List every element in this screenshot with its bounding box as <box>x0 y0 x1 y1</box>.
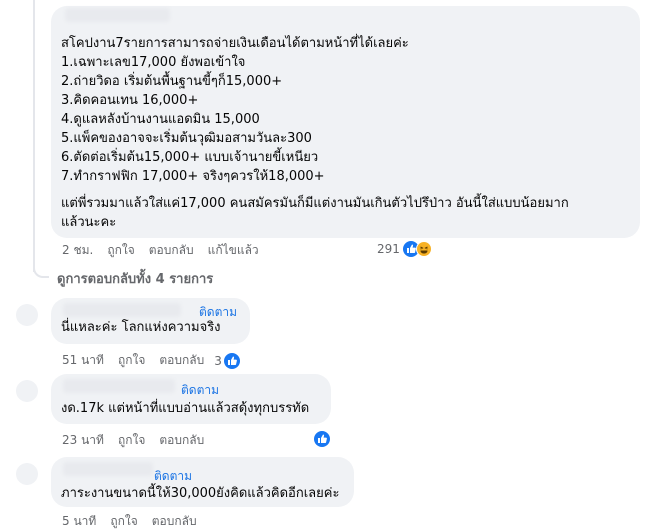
comment-line: แต่พี่รวมมาแล้วใส่แค่17,000 คนสมัครมันก็… <box>61 196 569 211</box>
thread-line <box>33 0 35 272</box>
reply-actions: 23 นาที ถูกใจ ตอบกลับ <box>62 431 218 450</box>
reaction-count: 3 <box>214 353 222 368</box>
comment-line: แล้วนะคะ <box>61 215 117 230</box>
like-icon[interactable] <box>314 431 330 447</box>
avatar[interactable] <box>16 304 38 326</box>
comment-line: สโคปงาน7รายการสามารถจ่ายเงินเดือนได้ตามห… <box>61 36 409 51</box>
reply-text: งด.17k แต่หน้าที่แบบอ่านแล้วสดุ้งทุกบรรท… <box>61 401 310 416</box>
reply-bubble: ติดตาม งด.17k แต่หน้าที่แบบอ่านแล้วสดุ้ง… <box>51 374 331 424</box>
comment-line: 4.ดูแลหลังบ้านงานแอดมิน 15,000 <box>61 112 260 127</box>
view-replies-link[interactable]: ดูการตอบกลับทั้ง 4 รายการ <box>57 268 213 289</box>
like-button[interactable]: ถูกใจ <box>110 512 137 531</box>
comment-line: 2.ถ่ายวิดอ เริ่มต้นพื้นฐานขี้ๆก็15,000+ <box>61 74 283 89</box>
like-button[interactable]: ถูกใจ <box>107 241 134 260</box>
reply-actions: 51 นาที ถูกใจ ตอบกลับ 3 <box>62 351 254 370</box>
reply-text: ภาระงานขนาดนี้ให้30,000ยังคิดแล้วคิดอีกเ… <box>61 486 340 501</box>
main-comment-actions: 2 ชม. ถูกใจ ตอบกลับ แก้ไขแล้ว <box>62 241 273 260</box>
reply-bubble: ติดตาม นี่แหละค่ะ โลกแห่งความจริง <box>51 298 250 344</box>
comment-line: 6.ตัดต่อเริ่มต้น15,000+ แบบเจ้านายขี้เหน… <box>61 150 319 165</box>
avatar[interactable] <box>16 463 38 485</box>
reply-bubble: ติดตาม ภาระงานขนาดนี้ให้30,000ยังคิดแล้ว… <box>51 457 354 507</box>
reply-button[interactable]: ตอบกลับ <box>152 512 197 531</box>
main-reactions[interactable]: 291 <box>377 241 432 257</box>
thread-curve <box>33 262 49 278</box>
like-icon[interactable] <box>223 352 240 369</box>
like-button[interactable]: ถูกใจ <box>118 431 145 450</box>
comment-line: 7.ทำกราฟฟิก 17,000+ จริงๆควรให้18,000+ <box>61 169 325 184</box>
comment-time[interactable]: 5 นาที <box>62 512 96 531</box>
edited-label: แก้ไขแล้ว <box>207 243 259 257</box>
commenter-name <box>65 8 170 22</box>
commenter-name <box>63 303 181 317</box>
follow-button[interactable]: ติดตาม <box>181 381 219 400</box>
comment-line: 5.แพ็คของอาจจะเริ่มต้นวุฒิมอสามวันละ300 <box>61 131 312 146</box>
reply-button[interactable]: ตอบกลับ <box>149 241 194 260</box>
haha-icon <box>415 241 432 257</box>
comment-time[interactable]: 51 นาที <box>62 351 104 370</box>
comment-time[interactable]: 23 นาที <box>62 431 104 450</box>
commenter-name <box>63 379 175 393</box>
comment-line: 1.เฉพาะเลข17,000 ยังพอเข้าใจ <box>61 55 246 70</box>
main-comment-bubble: สโคปงาน7รายการสามารถจ่ายเงินเดือนได้ตามห… <box>51 6 640 238</box>
commenter-name <box>63 462 153 476</box>
comment-time[interactable]: 2 ชม. <box>62 241 93 260</box>
like-button[interactable]: ถูกใจ <box>118 351 145 370</box>
comment-line: 3.คิดคอนเทน 16,000+ <box>61 93 199 108</box>
reply-actions: 5 นาที ถูกใจ ตอบกลับ <box>62 512 211 531</box>
reply-button[interactable]: ตอบกลับ <box>159 351 204 370</box>
avatar[interactable] <box>16 380 38 402</box>
reply-text: นี่แหละค่ะ โลกแห่งความจริง <box>61 320 221 335</box>
reply-button[interactable]: ตอบกลับ <box>159 431 204 450</box>
reaction-count: 291 <box>377 242 400 256</box>
